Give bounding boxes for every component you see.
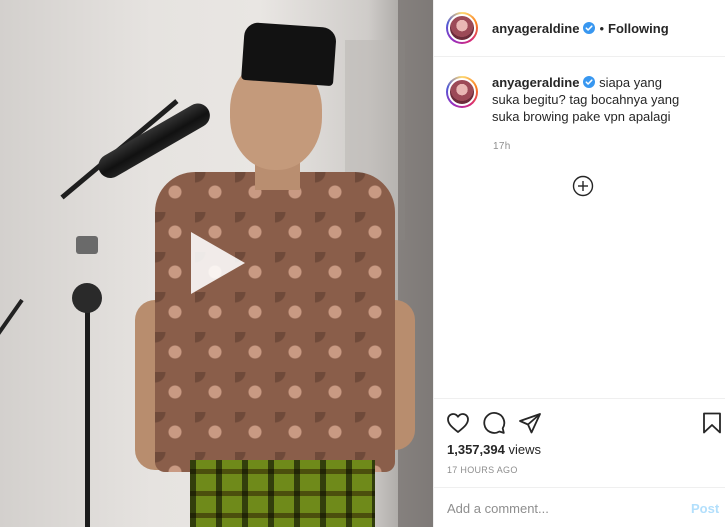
- post-video[interactable]: [0, 0, 433, 527]
- header-separator: •: [599, 20, 604, 36]
- view-count-label: views: [508, 442, 541, 457]
- person-figure: [135, 20, 420, 527]
- mic-stand-pole: [85, 290, 90, 527]
- paper-plane-icon[interactable]: [518, 411, 542, 435]
- view-count[interactable]: 1,357,394 views: [447, 442, 541, 457]
- play-icon[interactable]: [191, 232, 245, 294]
- post-comment-button[interactable]: Post: [691, 501, 719, 516]
- sarong: [190, 460, 375, 527]
- instagram-post: anyageraldine • Following anyageraldine …: [0, 0, 725, 527]
- verified-badge-icon: [583, 22, 596, 34]
- mic-stand-clip: [76, 236, 98, 254]
- caption-username[interactable]: anyageraldine: [492, 75, 579, 90]
- view-count-number: 1,357,394: [447, 442, 505, 457]
- action-icon-row: [446, 411, 724, 435]
- bookmark-icon[interactable]: [700, 411, 724, 435]
- verified-badge-icon: [583, 76, 596, 88]
- heart-icon[interactable]: [446, 411, 470, 435]
- comment-form: Post: [434, 487, 725, 527]
- batik-shirt: [155, 172, 395, 472]
- comment-input[interactable]: [447, 500, 677, 516]
- caption-avatar-image: [448, 78, 476, 106]
- avatar-image: [448, 14, 476, 42]
- post-caption: anyageraldine siapa yang suka begitu? ta…: [446, 74, 716, 125]
- mic-stand-knob: [72, 283, 102, 313]
- comment-bubble-icon[interactable]: [482, 411, 506, 435]
- avatar[interactable]: [446, 12, 478, 44]
- following-button[interactable]: Following: [608, 21, 669, 36]
- posted-time[interactable]: 17 HOURS AGO: [447, 465, 518, 475]
- caption-avatar[interactable]: [446, 76, 478, 108]
- post-side-panel: anyageraldine • Following anyageraldine …: [433, 0, 725, 527]
- peci-cap: [241, 21, 337, 87]
- caption-timestamp[interactable]: 17h: [493, 141, 511, 152]
- post-header: anyageraldine • Following: [434, 0, 725, 57]
- plus-circle-icon[interactable]: [572, 175, 594, 197]
- caption-text-block: anyageraldine siapa yang suka begitu? ta…: [492, 74, 692, 125]
- post-actions: 1,357,394 views 17 HOURS AGO Post: [434, 398, 725, 527]
- header-username[interactable]: anyageraldine: [492, 21, 579, 36]
- mic-stand-leg: [0, 298, 24, 490]
